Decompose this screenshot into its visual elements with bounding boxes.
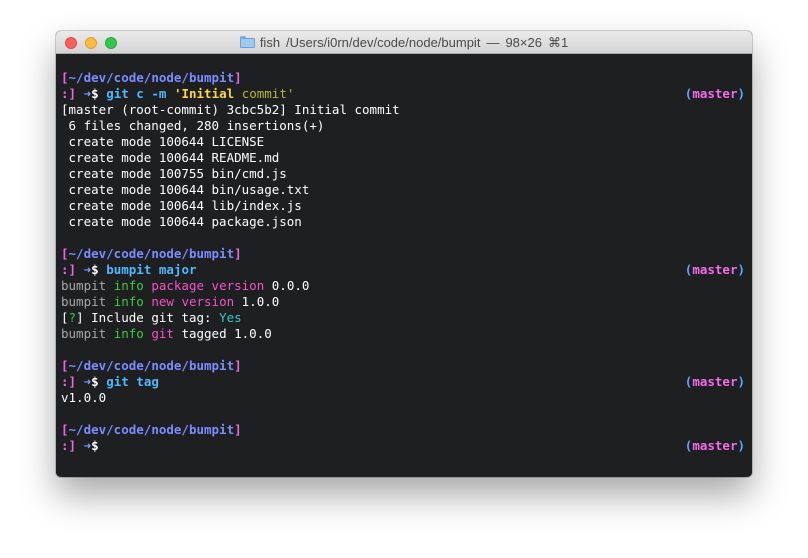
title-app: fish xyxy=(259,35,281,50)
output-line: v1.0.0 xyxy=(61,390,107,405)
prompt-path-line: [~/dev/code/node/bumpit] xyxy=(61,358,242,373)
git-branch-indicator: (master) xyxy=(684,374,745,389)
terminal-window: fish/Users/i0rn/dev/code/node/bumpit — 98×… xyxy=(56,31,752,477)
prompt-arrow-icon: ➜ xyxy=(83,374,92,389)
prompt-path: ~/dev/code/node/bumpit xyxy=(68,70,235,85)
title-bar[interactable]: fish/Users/i0rn/dev/code/node/bumpit — 98×… xyxy=(56,31,752,54)
output-line: create mode 100644 README.md xyxy=(61,150,280,165)
prompt-path-line: [~/dev/code/node/bumpit] xyxy=(61,70,242,85)
title-separator: — xyxy=(486,35,500,50)
output-line: create mode 100644 package.json xyxy=(61,214,302,229)
prompt-path-line: [~/dev/code/node/bumpit] xyxy=(61,422,242,437)
prompt-arrow-icon: ➜ xyxy=(83,262,92,277)
output-line: [master (root-commit) 3cbc5b2] Initial c… xyxy=(61,102,400,117)
title-path: /Users/i0rn/dev/code/node/bumpit xyxy=(286,35,481,50)
prompt-face: :] xyxy=(61,438,77,453)
title-size: 98×26 xyxy=(505,35,542,50)
active-prompt-line[interactable]: :] ➜$ (master) xyxy=(61,438,745,454)
output-line: 6 files changed, 280 insertions(+) xyxy=(61,118,325,133)
prompt-arrow-icon: ➜ xyxy=(83,438,92,453)
prompt-face: :] xyxy=(61,374,77,389)
prompt-path: ~/dev/code/node/bumpit xyxy=(68,246,235,261)
output-line: create mode 100755 bin/cmd.js xyxy=(61,166,287,181)
git-branch-indicator: (master) xyxy=(684,86,745,101)
prompt-command-line: :] ➜$ git tag (master) xyxy=(61,374,745,389)
prompt-command-line: :] ➜$ git c -m 'Initial commit' (master) xyxy=(61,86,745,101)
folder-icon xyxy=(239,36,255,48)
output-line: create mode 100644 bin/usage.txt xyxy=(61,182,310,197)
git-branch-indicator: (master) xyxy=(684,262,745,277)
prompt-path: ~/dev/code/node/bumpit xyxy=(68,422,235,437)
title-shortcut: ⌘1 xyxy=(547,35,569,50)
output-line: [?] Include git tag: Yes xyxy=(61,310,242,325)
output-line: create mode 100644 lib/index.js xyxy=(61,198,302,213)
output-line: bumpit info package version 0.0.0 xyxy=(61,278,310,293)
output-line: bumpit info git tagged 1.0.0 xyxy=(61,326,272,341)
terminal-output[interactable]: [~/dev/code/node/bumpit] :] ➜$ git c -m … xyxy=(56,54,752,477)
prompt-path-line: [~/dev/code/node/bumpit] xyxy=(61,246,242,261)
prompt-arrow-icon: ➜ xyxy=(83,86,92,101)
git-branch-indicator: (master) xyxy=(684,438,745,453)
output-line: create mode 100644 LICENSE xyxy=(61,134,265,149)
window-title: fish/Users/i0rn/dev/code/node/bumpit — 98×… xyxy=(56,31,752,54)
output-line: bumpit info new version 1.0.0 xyxy=(61,294,280,309)
prompt-command-line: :] ➜$ bumpit major (master) xyxy=(61,262,745,277)
prompt-path: ~/dev/code/node/bumpit xyxy=(68,358,235,373)
prompt-face: :] xyxy=(61,262,77,277)
prompt-face: :] xyxy=(61,86,77,101)
